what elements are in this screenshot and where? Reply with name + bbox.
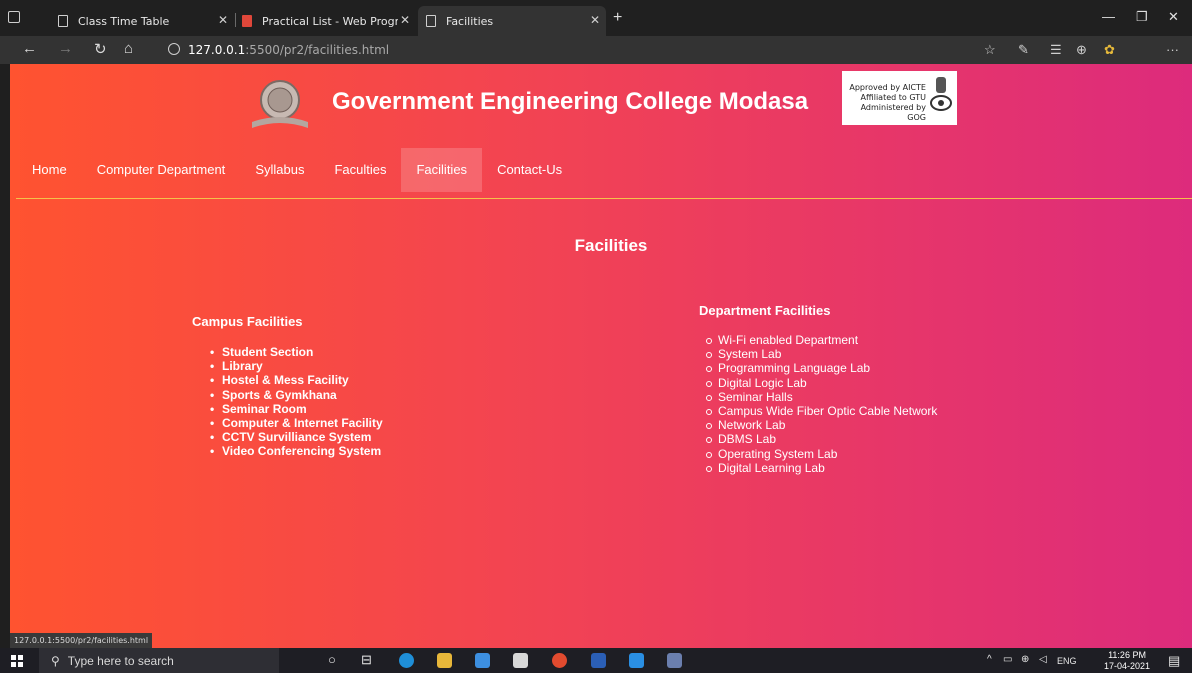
page-icon <box>58 15 68 27</box>
search-placeholder: Type here to search <box>67 653 174 668</box>
site-title: Government Engineering College Modasa <box>332 88 809 115</box>
volume-icon[interactable]: ◁ <box>1039 654 1047 665</box>
list-item: Library <box>208 359 383 373</box>
list-item: Operating System Lab <box>704 447 937 461</box>
task-view-icon[interactable]: ⊟ <box>361 652 372 668</box>
home-icon[interactable]: ⌂ <box>124 40 133 57</box>
mail-icon[interactable] <box>513 653 528 668</box>
list-item: Computer & Internet Facility <box>208 416 383 430</box>
nav-divider <box>16 198 1192 199</box>
tab-label: Facilities <box>446 14 494 28</box>
taskbar-search[interactable]: ⚲ Type here to search <box>39 648 279 673</box>
window-menu-icon[interactable] <box>8 11 20 23</box>
refresh-icon[interactable]: ↻ <box>94 40 107 58</box>
close-icon[interactable]: ✕ <box>400 13 410 27</box>
department-facilities-list: Wi-Fi enabled Department System Lab Progra… <box>704 333 937 475</box>
collections-icon[interactable]: ⊕ <box>1076 42 1087 58</box>
accreditation-badge: Approved by AICTE Affiliated to GTU Admi… <box>842 71 957 125</box>
favorites-list-icon[interactable]: ☰ <box>1050 42 1062 58</box>
vscode-icon[interactable] <box>629 653 644 668</box>
favorite-icon[interactable]: ☆ <box>984 42 996 58</box>
badge-line: Affiliated to GTU <box>860 93 926 102</box>
main-nav: Home Computer Department Syllabus Facult… <box>10 148 577 192</box>
chrome-icon[interactable] <box>552 653 567 668</box>
restore-icon[interactable]: ❐ <box>1136 9 1148 25</box>
tab-label: Practical List - Web Programming <box>262 14 398 28</box>
badge-line: Approved by AICTE <box>849 83 926 92</box>
close-window-icon[interactable]: ✕ <box>1168 9 1179 25</box>
more-icon[interactable]: ··· <box>1166 42 1179 57</box>
nav-facilities[interactable]: Facilities <box>401 148 483 192</box>
word-icon[interactable] <box>591 653 606 668</box>
list-item: Digital Logic Lab <box>704 376 937 390</box>
list-item: Programming Language Lab <box>704 361 937 375</box>
list-item: Digital Learning Lab <box>704 461 937 475</box>
list-item: DBMS Lab <box>704 432 937 446</box>
page-heading: Facilities <box>574 236 648 255</box>
edge-browser-icon[interactable] <box>399 653 414 668</box>
list-item: Seminar Room <box>208 402 383 416</box>
tab-practical-list[interactable]: Practical List - Web Programming ✕ <box>236 6 416 36</box>
app-icon[interactable] <box>667 653 682 668</box>
badge-line: Administered by GOG <box>860 103 926 122</box>
campus-facilities-list: Student SectionLibraryHostel & Mess Faci… <box>208 345 383 459</box>
list-item: Seminar Halls <box>704 390 937 404</box>
cortana-icon[interactable]: ○ <box>328 652 336 667</box>
browser-tab-bar: Class Time Table ✕ Practical List - Web … <box>0 0 1192 36</box>
list-item: Hostel & Mess Facility <box>208 373 383 387</box>
college-logo <box>252 80 308 128</box>
tab-label: Class Time Table <box>78 14 170 28</box>
national-emblem-icon <box>930 77 952 111</box>
list-item: Campus Wide Fiber Optic Cable Network <box>704 404 937 418</box>
extension-icon[interactable]: ✿ <box>1104 42 1115 58</box>
new-tab-button[interactable]: + <box>613 9 622 27</box>
read-aloud-icon[interactable]: ✎ <box>1018 42 1029 58</box>
list-item: Sports & Gymkhana <box>208 388 383 402</box>
notifications-icon[interactable]: ▤ <box>1168 653 1180 669</box>
page-icon <box>426 15 436 27</box>
search-icon: ⚲ <box>51 653 60 668</box>
list-item: Wi-Fi enabled Department <box>704 333 937 347</box>
clock-time: 11:26 PM <box>1108 650 1146 660</box>
info-icon[interactable] <box>168 43 180 55</box>
nav-home[interactable]: Home <box>17 148 82 192</box>
nav-faculties[interactable]: Faculties <box>319 148 401 192</box>
taskbar: ⚲ Type here to search ○ ⊟ ^ ▭ ⊕ ◁ ENG 11… <box>0 648 1192 673</box>
nav-contact-us[interactable]: Contact-Us <box>482 148 577 192</box>
close-icon[interactable]: ✕ <box>218 13 228 27</box>
show-hidden-icons[interactable]: ^ <box>987 654 992 665</box>
battery-icon[interactable]: ▭ <box>1003 654 1012 665</box>
campus-facilities-title: Campus Facilities <box>192 314 303 329</box>
network-icon[interactable]: ⊕ <box>1021 654 1029 665</box>
address-bar: ← → ↻ ⌂ 127.0.0.1:5500/pr2/facilities.ht… <box>0 36 1192 64</box>
list-item: CCTV Survilliance System <box>208 430 383 444</box>
store-icon[interactable] <box>475 653 490 668</box>
page-icon <box>242 15 252 27</box>
forward-icon[interactable]: → <box>58 40 73 57</box>
minimize-icon[interactable]: — <box>1102 9 1115 24</box>
nav-syllabus[interactable]: Syllabus <box>240 148 319 192</box>
page-content: Government Engineering College Modasa Ap… <box>10 64 1192 648</box>
back-icon[interactable]: ← <box>22 40 37 57</box>
language-indicator[interactable]: ENG <box>1057 656 1077 666</box>
close-icon[interactable]: ✕ <box>590 13 600 27</box>
clock[interactable]: 11:26 PM 17-04-2021 <box>1104 650 1150 672</box>
file-explorer-icon[interactable] <box>437 653 452 668</box>
nav-computer-department[interactable]: Computer Department <box>82 148 241 192</box>
clock-date: 17-04-2021 <box>1104 661 1151 671</box>
list-item: System Lab <box>704 347 937 361</box>
tab-facilities[interactable]: Facilities ✕ <box>418 6 606 36</box>
windows-start-icon[interactable] <box>11 655 23 667</box>
url-field[interactable]: 127.0.0.1:5500/pr2/facilities.html <box>188 43 389 57</box>
status-bar-url: 127.0.0.1:5500/pr2/facilities.html <box>10 633 153 648</box>
list-item: Student Section <box>208 345 383 359</box>
list-item: Network Lab <box>704 418 937 432</box>
tab-class-time-table[interactable]: Class Time Table ✕ <box>52 6 234 36</box>
department-facilities-title: Department Facilities <box>699 303 831 318</box>
list-item: Video Conferencing System <box>208 444 383 458</box>
